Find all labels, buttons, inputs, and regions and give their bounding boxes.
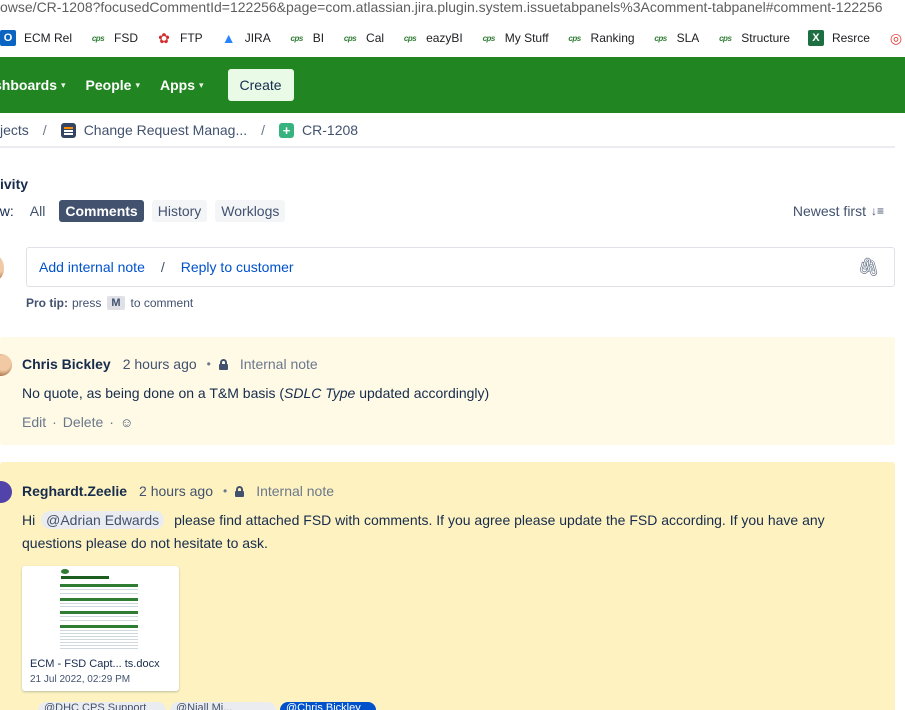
top-navigation: shboards ▾ People ▾ Apps ▾ Create (0, 57, 905, 113)
comment-author[interactable]: Chris Bickley (22, 356, 111, 372)
delete-button[interactable]: Delete (63, 414, 103, 430)
chevron-down-icon: ▾ (135, 79, 140, 90)
cps-icon: cps (91, 33, 105, 43)
keyboard-shortcut: M (107, 296, 125, 310)
pro-tip-press: press (72, 296, 102, 310)
reply-to-customer-link[interactable]: Reply to customer (181, 259, 294, 275)
comment-author[interactable]: Reghardt.Zeelie (22, 483, 127, 499)
breadcrumb-issue[interactable]: CR-1208 (302, 122, 358, 138)
comment-header: Reghardt.Zeelie 2 hours ago • Internal n… (22, 483, 334, 499)
dot-separator: • (206, 357, 211, 371)
breadcrumb-separator: / (261, 122, 266, 138)
cps-icon: cps (654, 33, 667, 43)
visibility-label: Internal note (256, 483, 335, 499)
comment-time[interactable]: 2 hours ago (123, 356, 197, 372)
filter-history[interactable]: History (151, 200, 208, 222)
comment-actions: Edit · Delete · ☺ (22, 414, 133, 430)
user-mention[interactable]: @Adrian Edwards (41, 511, 165, 529)
edit-button[interactable]: Edit (22, 414, 46, 430)
comment-body: No quote, as being done on a T&M basis (… (22, 385, 490, 401)
address-bar[interactable]: owse/CR-1208?focusedCommentId=122256&pag… (0, 0, 905, 16)
nav-apps[interactable]: Apps ▾ (160, 77, 204, 93)
cps-icon: cps (343, 33, 357, 43)
comment: Reghardt.Zeelie 2 hours ago • Internal n… (0, 462, 895, 710)
dot-separator: • (222, 484, 228, 498)
bookmark-resrce[interactable]: X Resrce (807, 30, 870, 46)
cps-icon: cps (482, 33, 496, 43)
document-thumbnail (56, 566, 144, 654)
bookmark-my-stuff[interactable]: cps My Stuff (481, 30, 549, 46)
avatar[interactable] (0, 481, 12, 503)
avatar (0, 256, 4, 280)
bookmark-structure[interactable]: cps Structure (717, 30, 790, 46)
project-icon (60, 122, 76, 138)
activity-heading: ivity (0, 176, 29, 192)
bookmark-eazybi[interactable]: cps eazyBI (402, 30, 463, 46)
cps-icon: cps (568, 33, 581, 43)
bookmark-ranking[interactable]: cps Ranking (567, 30, 634, 46)
cps-icon: cps (403, 33, 417, 43)
sort-label: Newest first (792, 203, 866, 219)
add-internal-note-link[interactable]: Add internal note (39, 259, 145, 275)
change-request-icon: + (279, 122, 295, 138)
chevron-down-icon: ▾ (198, 79, 204, 90)
bookmark-fsd[interactable]: cps FSD (90, 30, 138, 46)
composer-separator: / (160, 259, 165, 275)
bookmarks-bar: O ECM Rel cps FSD ✿ FTP ▲ JIRA cps BI cps Cal … (0, 24, 905, 52)
bookmark-ftp[interactable]: ✿ FTP (156, 30, 203, 46)
breadcrumb-projects[interactable]: jects (0, 122, 29, 138)
user-mention[interactable]: @Chris Bickley (280, 702, 376, 710)
filter-all[interactable]: All (24, 200, 52, 222)
attachment-date: 21 Jul 2022, 02:29 PM (30, 674, 131, 685)
bookmark-sla[interactable]: cps SLA (653, 30, 699, 46)
cps-icon: cps (719, 33, 732, 43)
chevron-down-icon: ▾ (61, 79, 66, 90)
breadcrumb: jects / Change Request Manag... / + CR-1… (0, 120, 358, 140)
jira-icon: ▲ (221, 30, 236, 46)
excel-icon: X (807, 30, 824, 46)
add-reaction-icon[interactable]: ☺ (120, 415, 133, 430)
activity-filter-row: ow: All Comments History Worklogs (0, 199, 293, 223)
comment-time[interactable]: 2 hours ago (139, 483, 213, 499)
lock-icon (235, 485, 245, 497)
show-label: ow: (0, 203, 14, 219)
avatar[interactable] (0, 354, 12, 376)
sort-toggle[interactable]: Newest first ↓≡ (793, 203, 884, 219)
bookmark-ecm-rel[interactable]: O ECM Rel (0, 30, 72, 46)
bookmark-cal[interactable]: cps Cal (342, 30, 384, 46)
outlook-icon: O (0, 30, 16, 46)
nav-people[interactable]: People ▾ (86, 77, 140, 93)
comment: Chris Bickley 2 hours ago • Internal not… (0, 337, 895, 445)
sort-descending-icon: ↓≡ (870, 204, 884, 218)
create-button[interactable]: Create (227, 69, 294, 101)
nav-dashboards[interactable]: shboards ▾ (0, 77, 66, 93)
dot-separator: · (109, 414, 114, 430)
divider (0, 146, 895, 148)
pro-tip-label: Pro tip: (26, 296, 68, 310)
comment-body: Hi @Adrian Edwards please find attached … (22, 511, 825, 551)
filter-worklogs[interactable]: Worklogs (215, 200, 286, 222)
bookmark-sc[interactable]: ◎SC (888, 30, 905, 46)
breadcrumb-project[interactable]: Change Request Manag... (84, 122, 247, 138)
bookmark-jira[interactable]: ▲ JIRA (221, 30, 271, 46)
chrome-app-icon: ◎ (889, 29, 903, 46)
user-mention[interactable]: @Niall Mi... (170, 702, 276, 710)
comment-composer[interactable]: Add internal note / Reply to customer 🖇 (26, 247, 895, 287)
attachment-card[interactable]: ECM - FSD Capt... ts.docx 21 Jul 2022, 0… (22, 566, 179, 691)
comment-header: Chris Bickley 2 hours ago • Internal not… (22, 356, 318, 372)
bookmark-bi[interactable]: cps BI (289, 30, 325, 46)
attachment-name: ECM - FSD Capt... ts.docx (30, 658, 160, 670)
attachment-icon[interactable]: 🖇 (857, 257, 880, 278)
breadcrumb-separator: / (42, 122, 47, 138)
pro-tip-suffix: to comment (130, 296, 194, 310)
cps-icon: cps (290, 33, 304, 43)
pro-tip: Pro tip: press M to comment (26, 296, 193, 310)
visibility-label: Internal note (239, 356, 318, 372)
user-mention[interactable]: @DHC CPS Support (38, 702, 166, 710)
huawei-icon: ✿ (158, 29, 170, 46)
filter-comments[interactable]: Comments (59, 200, 144, 222)
lock-icon (218, 358, 228, 370)
dot-separator: · (52, 414, 57, 430)
mention-chips: @DHC CPS Support @Niall Mi... @Chris Bic… (38, 702, 380, 710)
